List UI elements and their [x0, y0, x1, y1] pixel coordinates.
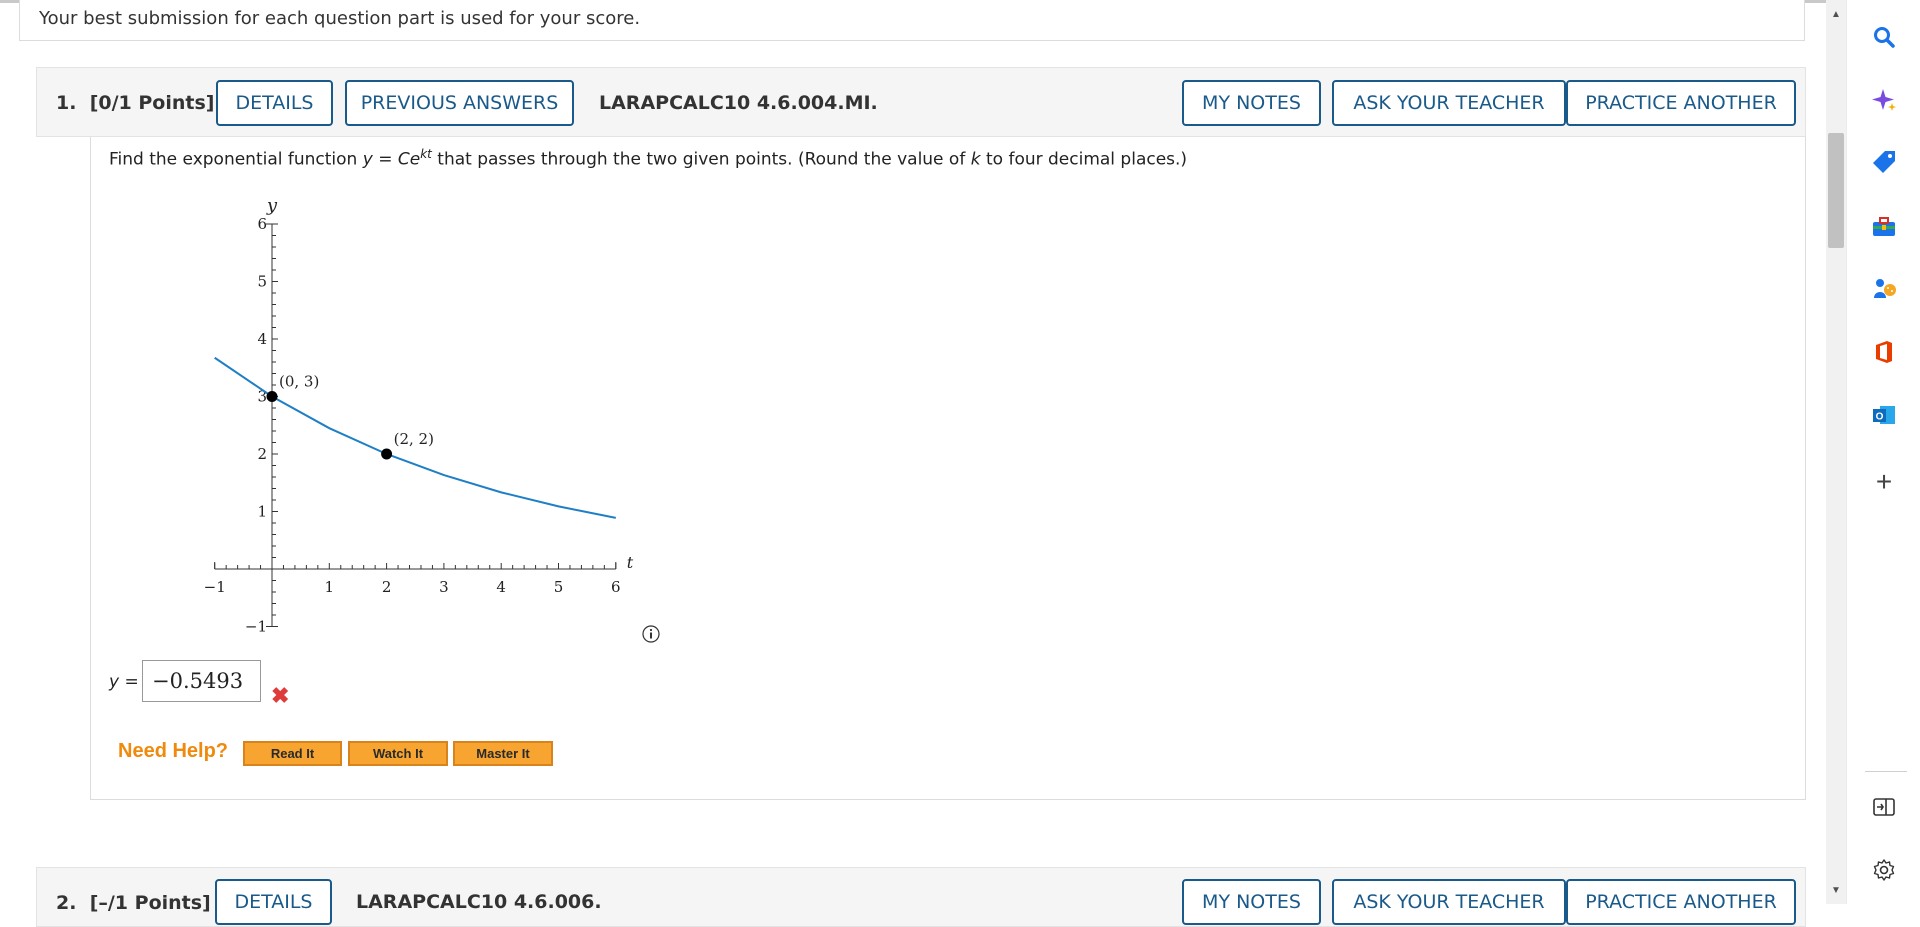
incorrect-icon: ✖: [271, 683, 290, 708]
x-tick-label: 2: [382, 578, 392, 596]
info-icon[interactable]: [642, 625, 660, 648]
y-tick-label: 1: [257, 503, 267, 521]
watch-it-button[interactable]: Watch It: [348, 741, 448, 766]
notice-banner: Your best submission for each question p…: [19, 0, 1805, 41]
question-1-body: Find the exponential function y = Cekt t…: [90, 137, 1806, 800]
x-tick-label: 6: [611, 578, 621, 596]
scrollbar[interactable]: ▲ ▼: [1826, 0, 1846, 904]
my-notes-button-2[interactable]: MY NOTES: [1182, 879, 1321, 925]
my-notes-button[interactable]: MY NOTES: [1182, 80, 1321, 126]
need-help-label: Need Help?: [118, 740, 229, 762]
previous-answers-button[interactable]: PREVIOUS ANSWERS: [345, 80, 574, 126]
practice-another-button-2[interactable]: PRACTICE ANOTHER: [1566, 879, 1796, 925]
point-label: (0, 3): [279, 373, 319, 391]
svg-text:O: O: [1876, 412, 1884, 423]
question-2-code: LARAPCALC10 4.6.006.: [356, 891, 602, 913]
y-tick-label: 6: [257, 215, 267, 233]
practice-another-button[interactable]: PRACTICE ANOTHER: [1566, 80, 1796, 126]
games-icon[interactable]: [1869, 274, 1899, 304]
data-point: [266, 391, 278, 402]
x-tick-label: 1: [325, 578, 335, 596]
y-tick-label: −1: [245, 618, 267, 636]
settings-icon[interactable]: [1869, 855, 1899, 885]
split-screen-icon[interactable]: [1869, 792, 1899, 822]
details-button-2[interactable]: DETAILS: [215, 879, 332, 925]
side-divider: [1865, 771, 1907, 772]
notice-text: Your best submission for each question p…: [39, 8, 641, 29]
browser-side-panel: O +: [1846, 0, 1920, 904]
x-tick-label: −1: [204, 578, 226, 596]
master-it-button[interactable]: Master It: [453, 741, 553, 766]
ask-teacher-button-2[interactable]: ASK YOUR TEACHER: [1332, 879, 1566, 925]
data-point: [381, 448, 393, 460]
x-tick-label: 5: [554, 578, 564, 596]
question-1-code: LARAPCALC10 4.6.004.MI.: [599, 92, 878, 114]
details-button[interactable]: DETAILS: [216, 80, 333, 126]
add-icon[interactable]: +: [1869, 466, 1899, 497]
question-1-header: 1. [0/1 Points] DETAILS PREVIOUS ANSWERS…: [36, 67, 1806, 137]
read-it-button[interactable]: Read It: [243, 741, 342, 766]
question-1-points: 1. [0/1 Points]: [56, 92, 215, 114]
answer-input[interactable]: −0.5493: [142, 660, 261, 702]
scroll-down-arrow[interactable]: ▼: [1829, 884, 1843, 898]
copilot-icon[interactable]: [1869, 85, 1899, 115]
scroll-up-arrow[interactable]: ▲: [1829, 8, 1843, 22]
outlook-icon[interactable]: O: [1869, 400, 1899, 430]
tools-icon[interactable]: [1869, 212, 1899, 242]
answer-label: y =: [109, 672, 139, 692]
office-icon[interactable]: [1869, 337, 1899, 367]
point-label: (2, 2): [394, 430, 434, 448]
question-2-points: 2. [–/1 Points]: [56, 892, 211, 914]
y-tick-label: 4: [257, 330, 267, 348]
y-tick-label: 5: [257, 273, 267, 291]
x-axis-label: t: [627, 553, 634, 572]
question-2-header: 2. [–/1 Points] DETAILS LARAPCALC10 4.6.…: [36, 867, 1806, 927]
x-tick-label: 4: [496, 578, 506, 596]
exponential-graph: −1 1 2 3 4 5 6−1123456ty(0, 3)(2, 2): [204, 195, 634, 636]
y-tick-label: 2: [257, 445, 267, 463]
x-tick-label: 3: [439, 578, 449, 596]
scroll-thumb[interactable]: [1828, 133, 1844, 248]
search-icon[interactable]: [1869, 22, 1899, 52]
shopping-icon[interactable]: [1869, 147, 1899, 177]
ask-teacher-button[interactable]: ASK YOUR TEACHER: [1332, 80, 1566, 126]
y-axis-label: y: [266, 195, 278, 216]
